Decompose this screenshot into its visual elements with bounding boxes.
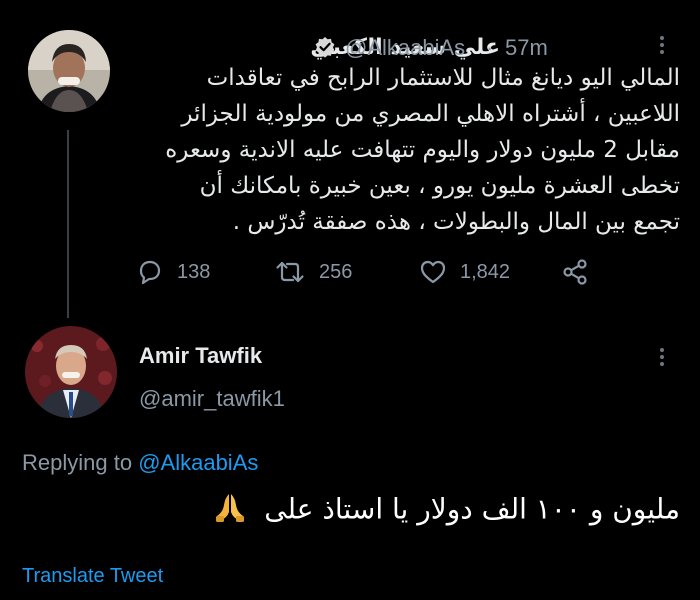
- like-count: 1,842: [460, 260, 511, 283]
- author-handle[interactable]: @AlkaabiAs: [345, 35, 465, 61]
- share-icon: [563, 259, 587, 285]
- replying-to-handle[interactable]: @AlkaabiAs: [138, 450, 258, 475]
- reply-author-name[interactable]: Amir Tawfik: [139, 343, 262, 369]
- share-button[interactable]: [560, 255, 602, 289]
- replying-to-label: Replying to: [22, 450, 133, 475]
- more-icon[interactable]: [658, 348, 666, 369]
- tweet-actions: 138 256 1,842: [135, 255, 615, 289]
- reply-author-avatar[interactable]: [25, 326, 117, 418]
- tweet-time[interactable]: 57m: [505, 35, 548, 61]
- tweet-text: المالي اليو ديانغ مثال للاستثمار الرابح …: [165, 65, 680, 235]
- reply-author-handle[interactable]: @amir_tawfik1: [139, 386, 285, 412]
- like-button[interactable]: 1,842: [418, 255, 510, 289]
- reply-text: مليون و ١٠٠ الف دولار يا استاذ على: [213, 490, 680, 531]
- retweet-count: 256: [319, 260, 353, 283]
- author-avatar[interactable]: [28, 30, 110, 112]
- more-icon[interactable]: [658, 36, 666, 57]
- reply-text-body: مليون و ١٠٠ الف دولار يا استاذ على: [264, 492, 680, 526]
- time-separator: ·: [486, 35, 494, 60]
- verified-badge-icon: [314, 36, 336, 63]
- reply-button[interactable]: 138: [135, 255, 210, 289]
- translate-tweet-link[interactable]: Translate Tweet: [22, 565, 163, 588]
- thread-line: [67, 130, 69, 318]
- reply-count: 138: [177, 260, 211, 283]
- retweet-button[interactable]: 256: [273, 255, 352, 289]
- like-icon: [420, 260, 446, 284]
- replying-to: Replying to @AlkaabiAs: [22, 450, 258, 476]
- reply-icon: [139, 260, 161, 285]
- pray-emoji-icon: [213, 490, 247, 531]
- retweet-icon: [276, 261, 304, 283]
